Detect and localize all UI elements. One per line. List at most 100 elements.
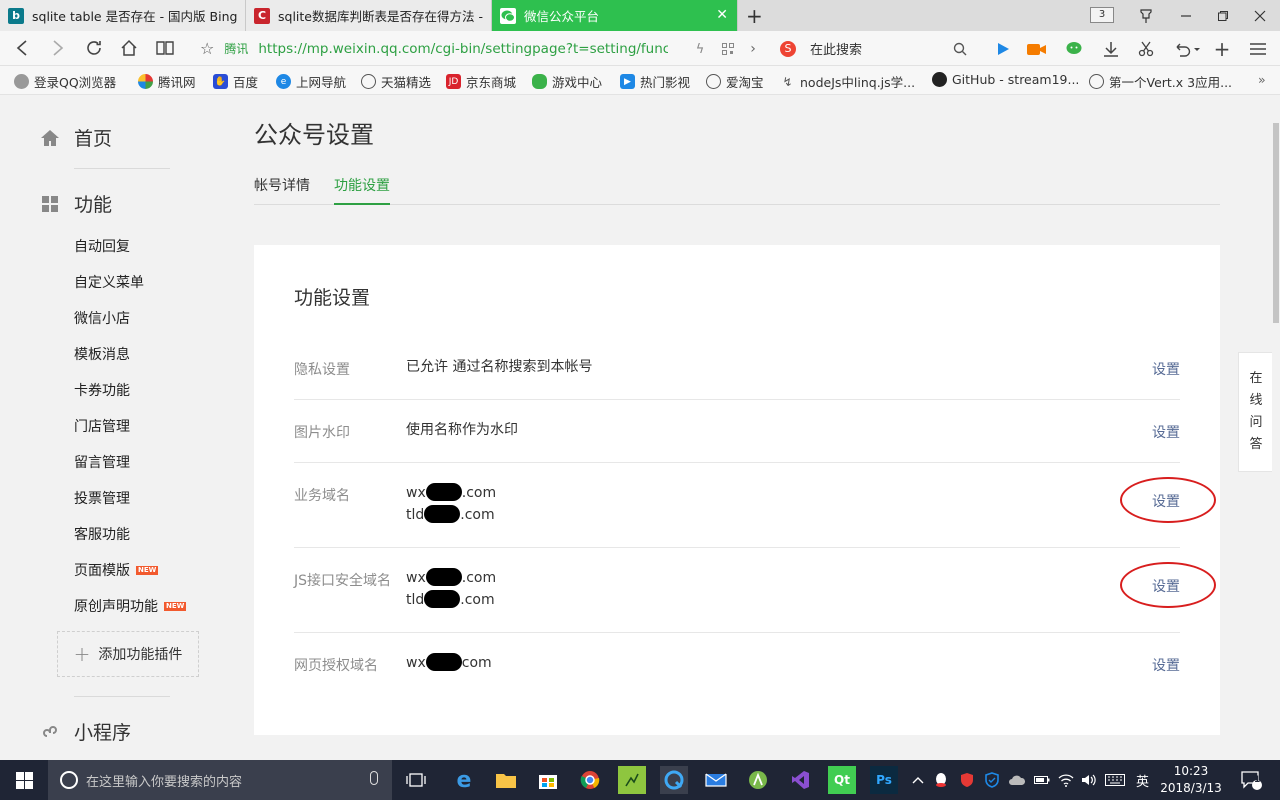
sidebar-home[interactable]: 首页 bbox=[40, 124, 112, 151]
bookmark-qq-news[interactable]: 腾讯网 bbox=[138, 72, 196, 91]
bookmark-taobao[interactable]: 爱淘宝 bbox=[706, 72, 764, 91]
tray-up-arrow-icon[interactable] bbox=[912, 760, 924, 800]
refresh-icon[interactable] bbox=[82, 36, 106, 60]
chrome-icon[interactable] bbox=[576, 766, 604, 794]
sogou-search-icon[interactable]: S bbox=[780, 40, 796, 57]
sidebar-item-original-declaration[interactable]: 原创声明功能 NEW bbox=[74, 596, 187, 616]
wifi-icon[interactable] bbox=[1058, 760, 1074, 800]
online-qa-button[interactable]: 在 线 问 答 bbox=[1238, 352, 1274, 472]
sidebar-item-store-management[interactable]: 门店管理 bbox=[74, 416, 130, 436]
lightning-icon[interactable]: ϟ bbox=[690, 39, 710, 59]
menu-icon[interactable] bbox=[1248, 39, 1268, 59]
bookmark-movies[interactable]: ▶ 热门影视 bbox=[620, 72, 690, 91]
camera-icon[interactable] bbox=[1027, 39, 1047, 59]
system-clock[interactable]: 10:23 2018/3/13 bbox=[1158, 763, 1224, 797]
sidebar-item-custom-menu[interactable]: 自定义菜单 bbox=[74, 272, 144, 292]
address-bar[interactable]: ☆ 腾讯 https://mp.weixin.qq.com/cgi-bin/se… bbox=[200, 35, 760, 62]
sidebar-functions-label: 功能 bbox=[74, 194, 113, 216]
qt-creator-icon[interactable]: Qt bbox=[828, 766, 856, 794]
notepad-chart-icon[interactable] bbox=[618, 766, 646, 794]
magnifier-icon[interactable] bbox=[950, 39, 970, 59]
visual-studio-icon[interactable] bbox=[786, 766, 814, 794]
search-box[interactable]: S 在此搜索 bbox=[780, 35, 975, 62]
qq-tray-icon[interactable] bbox=[934, 760, 948, 800]
bookmark-vertx[interactable]: 第一个Vert.x 3应用... bbox=[1089, 72, 1232, 91]
close-window-icon[interactable] bbox=[1254, 0, 1266, 31]
sidebar-item-customer-service[interactable]: 客服功能 bbox=[74, 524, 130, 544]
sidebar-item-wechat-store[interactable]: 微信小店 bbox=[74, 308, 130, 328]
bookmark-navigation[interactable]: e 上网导航 bbox=[276, 72, 346, 91]
photoshop-icon[interactable]: Ps bbox=[870, 766, 898, 794]
sidebar-item-auto-reply[interactable]: 自动回复 bbox=[74, 236, 130, 256]
pin-icon[interactable] bbox=[1140, 0, 1152, 31]
settings-link[interactable]: 设置 bbox=[1152, 655, 1180, 675]
ime-indicator[interactable]: 英 bbox=[1136, 760, 1149, 800]
file-explorer-icon[interactable] bbox=[492, 766, 520, 794]
sidebar-item-template-message[interactable]: 模板消息 bbox=[74, 344, 130, 364]
home-icon[interactable] bbox=[117, 36, 141, 60]
scissors-icon[interactable] bbox=[1136, 39, 1156, 59]
windows-start-icon[interactable] bbox=[0, 760, 48, 800]
sidebar-item-voting[interactable]: 投票管理 bbox=[74, 488, 130, 508]
bookmark-jd[interactable]: JD 京东商城 bbox=[446, 72, 516, 91]
sidebar-functions[interactable]: 功能 bbox=[40, 190, 112, 217]
tab-bing[interactable]: b sqlite table 是否存在 - 国内版 Bing bbox=[0, 0, 246, 31]
setting-label: 业务域名 bbox=[294, 488, 350, 504]
bookmark-nodejs-linq[interactable]: ↯ nodeJs中linq.js学... bbox=[780, 72, 915, 91]
task-view-icon[interactable] bbox=[402, 766, 430, 794]
globe-icon bbox=[1089, 74, 1104, 89]
download-icon[interactable] bbox=[1101, 39, 1121, 59]
undo-icon[interactable] bbox=[1172, 39, 1202, 59]
sidebar-item-page-template[interactable]: 页面模版 NEW bbox=[74, 560, 159, 580]
forward-icon[interactable] bbox=[46, 36, 70, 60]
settings-link[interactable]: 设置 bbox=[1152, 359, 1180, 379]
sidebar-item-coupons[interactable]: 卡券功能 bbox=[74, 380, 130, 400]
bookmark-star-icon[interactable]: ☆ bbox=[200, 39, 214, 58]
bookmark-github[interactable]: GitHub - stream19... bbox=[932, 72, 1079, 87]
tab-csdn[interactable]: C sqlite数据库判断表是否存在得方法 - bbox=[246, 0, 492, 31]
tab-count-badge[interactable]: 3 bbox=[1090, 7, 1114, 23]
microphone-icon[interactable] bbox=[370, 771, 378, 785]
domain-entry: tld .com bbox=[406, 590, 495, 608]
reading-mode-icon[interactable] bbox=[153, 36, 177, 60]
chevron-right-icon[interactable]: › bbox=[743, 39, 763, 59]
taskbar-search-input[interactable]: 在这里输入你要搜索的内容 bbox=[48, 760, 392, 800]
close-tab-icon[interactable]: ✕ bbox=[716, 7, 728, 23]
onedrive-icon[interactable] bbox=[1008, 760, 1026, 800]
battery-icon[interactable] bbox=[1034, 760, 1050, 800]
url-text[interactable]: https://mp.weixin.qq.com/cgi-bin/setting… bbox=[258, 41, 668, 57]
bookmark-qq-login[interactable]: 登录QQ浏览器 bbox=[14, 72, 116, 91]
volume-icon[interactable] bbox=[1081, 760, 1097, 800]
edge-icon[interactable]: e bbox=[450, 766, 478, 794]
restore-icon[interactable] bbox=[1217, 0, 1229, 31]
back-icon[interactable] bbox=[10, 36, 34, 60]
bookmark-game-center[interactable]: 游戏中心 bbox=[532, 72, 602, 91]
bookmark-tmall[interactable]: 天猫精选 bbox=[361, 72, 431, 91]
tab-function-settings[interactable]: 功能设置 bbox=[334, 175, 390, 205]
bookmarks-more-icon[interactable]: » bbox=[1258, 72, 1266, 87]
video-play-icon[interactable] bbox=[993, 39, 1013, 59]
mail-app-icon[interactable] bbox=[702, 766, 730, 794]
new-tab-icon[interactable]: + bbox=[746, 4, 763, 28]
settings-link[interactable]: 设置 bbox=[1152, 422, 1180, 442]
qq-browser-icon[interactable] bbox=[660, 766, 688, 794]
keyboard-icon[interactable] bbox=[1105, 760, 1125, 800]
qr-code-icon[interactable] bbox=[718, 39, 738, 59]
store-icon[interactable] bbox=[534, 766, 562, 794]
minimize-icon[interactable] bbox=[1180, 0, 1192, 31]
security-shield-icon[interactable] bbox=[960, 760, 974, 800]
wechat-chat-icon[interactable] bbox=[1065, 39, 1085, 59]
defender-icon[interactable] bbox=[985, 760, 999, 800]
sidebar-mini-program[interactable]: 小程序 bbox=[40, 718, 131, 745]
android-studio-icon[interactable] bbox=[744, 766, 772, 794]
tab-wechat[interactable]: 微信公众平台 ✕ bbox=[492, 0, 738, 31]
notification-center-icon[interactable]: 1 bbox=[1240, 760, 1262, 800]
sidebar-item-comments[interactable]: 留言管理 bbox=[74, 452, 130, 472]
scrollbar-thumb[interactable] bbox=[1273, 123, 1279, 323]
add-plugin-button[interactable]: + 添加功能插件 bbox=[57, 631, 199, 677]
page-scrollbar[interactable] bbox=[1272, 95, 1280, 760]
tab-account-details[interactable]: 帐号详情 bbox=[254, 175, 310, 205]
add-icon[interactable]: + bbox=[1212, 37, 1232, 61]
search-input[interactable]: 在此搜索 bbox=[810, 39, 862, 58]
bookmark-baidu[interactable]: ✋ 百度 bbox=[213, 72, 258, 91]
